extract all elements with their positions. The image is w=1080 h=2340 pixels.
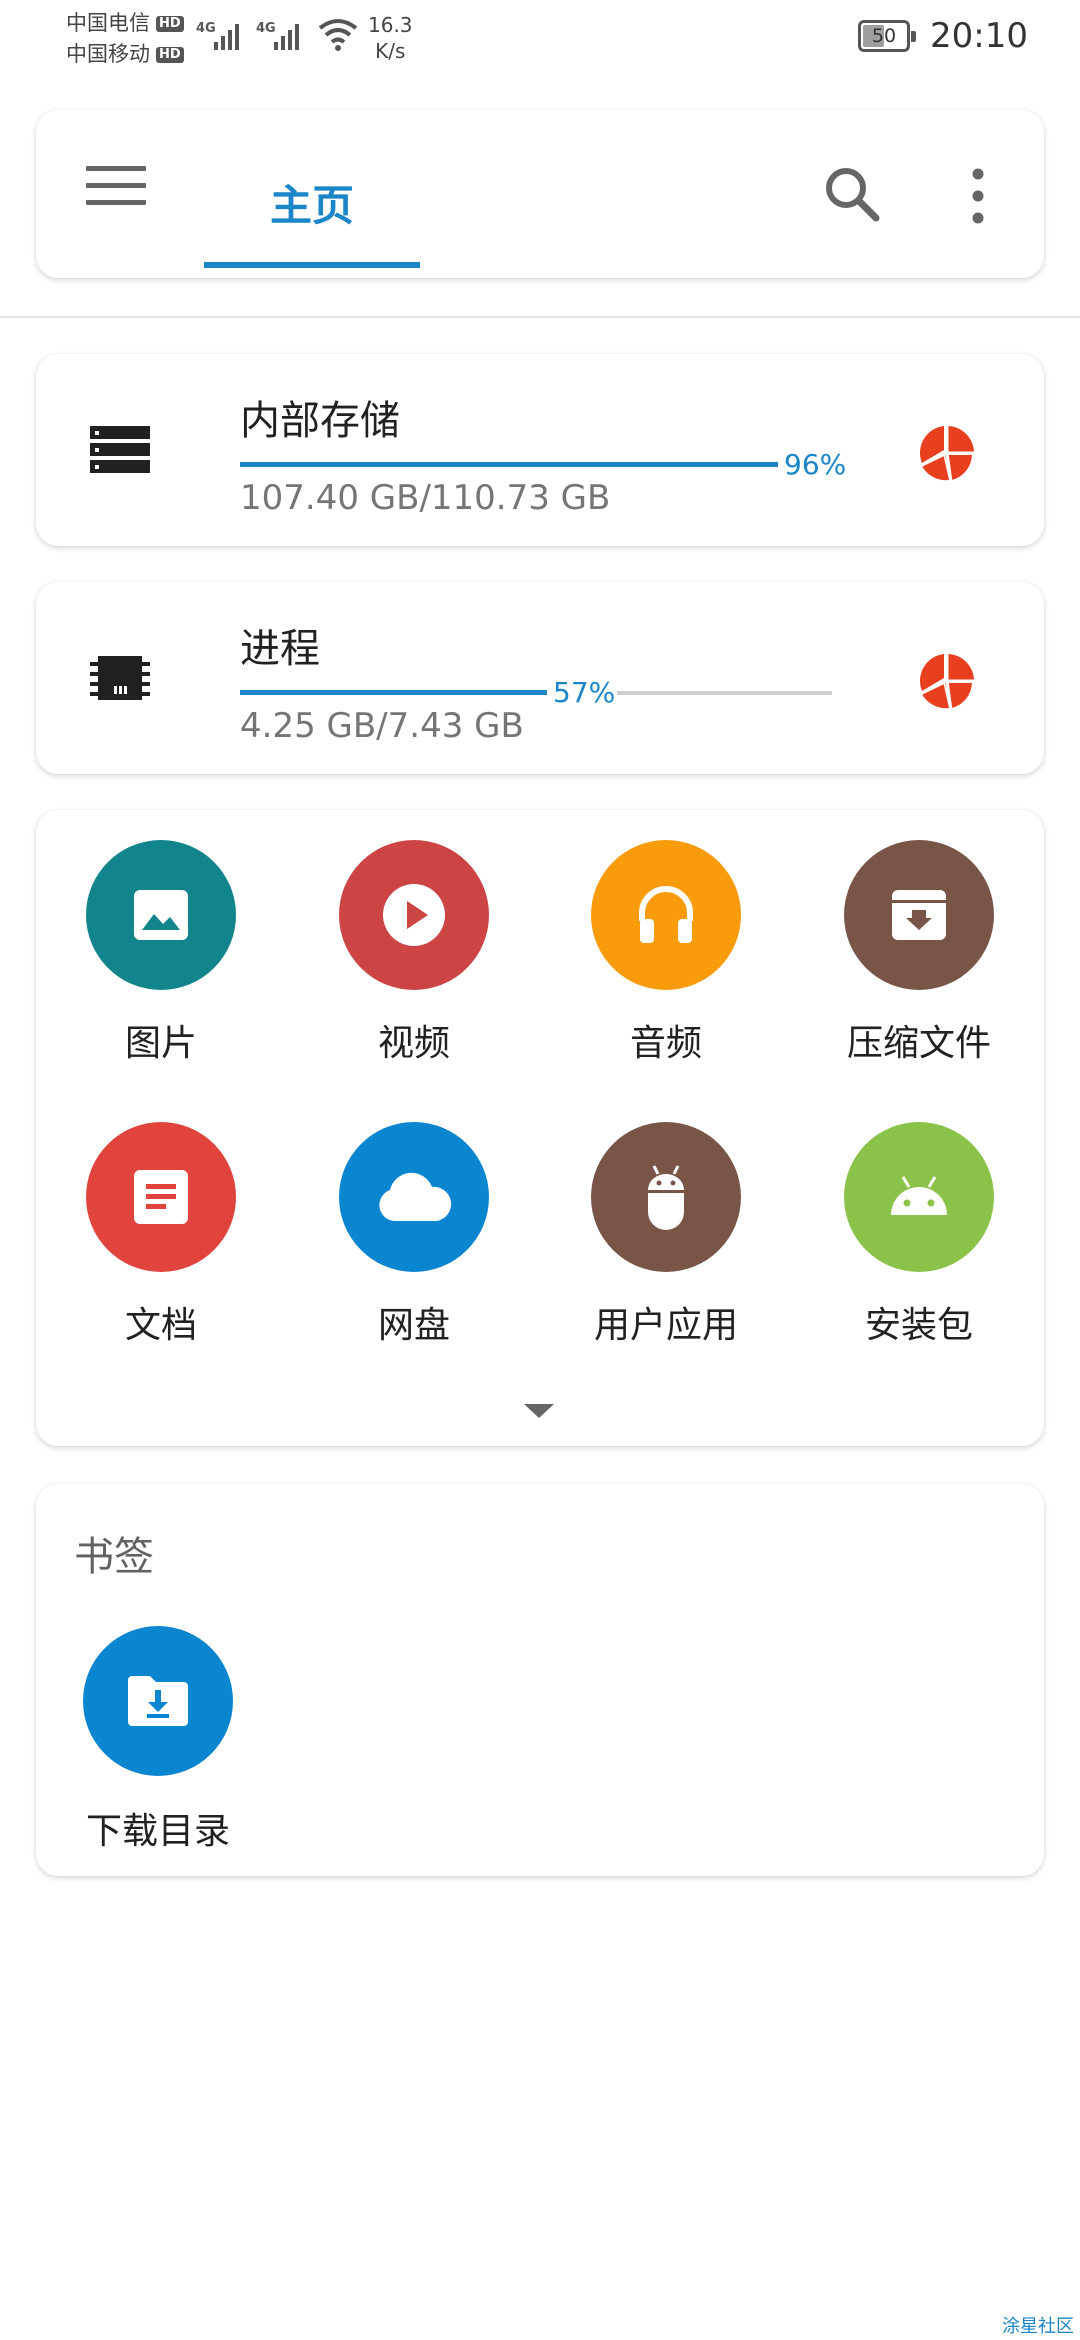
category-apk[interactable]: 安装包 — [819, 1122, 1019, 1348]
category-images[interactable]: 图片 — [61, 840, 261, 1066]
category-label: 音频 — [629, 1023, 702, 1064]
category-label: 压缩文件 — [846, 1023, 991, 1064]
category-label: 文档 — [124, 1305, 197, 1346]
process-memory-card[interactable]: 进程 57% 4.25 GB/7.43 GB — [36, 582, 1044, 774]
category-label: 安装包 — [864, 1305, 973, 1346]
process-usage: 4.25 GB/7.43 GB — [240, 706, 524, 746]
hd-badge: HD — [156, 15, 184, 32]
process-percent: 57% — [553, 676, 616, 709]
network-type-label: 4G — [256, 21, 276, 36]
menu-icon — [86, 166, 146, 171]
battery-level: 50 — [871, 25, 897, 47]
chevron-down-icon — [524, 1404, 554, 1418]
category-label: 网盘 — [377, 1305, 450, 1346]
android-icon — [891, 1176, 947, 1215]
category-circle — [844, 840, 994, 990]
storage-progress: 96% — [240, 448, 846, 481]
status-bar: 中国电信 HD 中国移动 HD 4G 4G 16.3 K/s 50 20:10 — [0, 0, 1080, 78]
android-app-icon — [648, 1165, 684, 1230]
storage-icon — [90, 426, 150, 473]
net-speed: 16.3 K/s — [368, 12, 413, 64]
bookmark-downloads[interactable]: 下载目录 — [78, 1626, 238, 1854]
battery-icon: 50 — [858, 20, 916, 52]
cloud-icon — [379, 1172, 452, 1221]
app-toolbar: 主页 — [36, 110, 1044, 278]
bookmarks-title: 书签 — [74, 1534, 154, 1580]
category-videos[interactable]: 视频 — [314, 840, 514, 1066]
bookmark-label: 下载目录 — [85, 1811, 230, 1852]
category-circle — [844, 1122, 994, 1272]
expand-categories-button[interactable] — [522, 1400, 556, 1420]
network-type-label: 4G — [196, 21, 216, 36]
storage-analysis-button[interactable] — [916, 422, 978, 484]
process-title: 进程 — [240, 626, 320, 672]
category-circle — [591, 1122, 741, 1272]
image-icon — [134, 890, 188, 940]
category-documents[interactable]: 文档 — [61, 1122, 261, 1348]
download-folder-icon — [128, 1676, 188, 1726]
category-label: 视频 — [377, 1023, 450, 1064]
category-circle — [591, 840, 741, 990]
more-options-button[interactable] — [968, 168, 988, 224]
tab-home-label: 主页 — [269, 181, 354, 230]
archive-icon — [892, 890, 946, 940]
storage-progress-fill — [240, 462, 778, 467]
process-progress-fill — [240, 690, 547, 695]
hd-badge: HD — [156, 46, 184, 63]
tab-indicator — [204, 262, 420, 268]
play-icon — [383, 884, 445, 946]
process-analysis-button[interactable] — [916, 650, 978, 712]
process-progress-track — [617, 691, 832, 695]
internal-storage-card[interactable]: 内部存储 96% 107.40 GB/110.73 GB — [36, 354, 1044, 546]
signal-icon: 4G — [256, 21, 299, 50]
search-button[interactable] — [822, 164, 882, 224]
category-user-apps[interactable]: 用户应用 — [566, 1122, 766, 1348]
clock: 20:10 — [930, 16, 1028, 56]
category-circle — [86, 840, 236, 990]
headphones-icon — [639, 886, 693, 943]
bookmarks-card: 书签 下载目录 — [36, 1484, 1044, 1876]
categories-card: 图片 视频 音频 压缩文件 文档 网盘 用户应用 安装包 — [36, 810, 1044, 1446]
menu-button[interactable] — [86, 166, 146, 212]
category-label: 图片 — [124, 1023, 197, 1064]
storage-title: 内部存储 — [240, 398, 400, 444]
net-speed-value: 16.3 — [368, 13, 413, 37]
category-audio[interactable]: 音频 — [566, 840, 766, 1066]
divider — [0, 316, 1080, 318]
document-icon — [134, 1170, 188, 1224]
carrier-info: 中国电信 HD 中国移动 HD — [66, 8, 184, 70]
signal-icon: 4G — [196, 21, 239, 50]
category-circle — [339, 1122, 489, 1272]
category-archives[interactable]: 压缩文件 — [819, 840, 1019, 1066]
search-icon — [826, 168, 880, 222]
category-circle — [86, 1122, 236, 1272]
tab-home[interactable]: 主页 — [204, 110, 420, 268]
category-cloud[interactable]: 网盘 — [314, 1122, 514, 1348]
pie-chart-icon — [919, 424, 976, 483]
more-vert-icon — [972, 168, 984, 224]
process-progress: 57% — [240, 676, 832, 709]
storage-percent: 96% — [784, 448, 847, 481]
category-circle — [339, 840, 489, 990]
bookmark-circle — [83, 1626, 233, 1776]
watermark: 涂星社区 — [1002, 2316, 1074, 2337]
pie-chart-icon — [919, 652, 976, 711]
carrier-1: 中国电信 — [66, 11, 150, 35]
net-speed-unit: K/s — [375, 39, 406, 63]
memory-chip-icon — [90, 656, 150, 700]
carrier-2: 中国移动 — [66, 42, 150, 66]
category-label: 用户应用 — [593, 1305, 738, 1346]
wifi-icon — [318, 19, 358, 51]
storage-usage: 107.40 GB/110.73 GB — [240, 478, 611, 518]
